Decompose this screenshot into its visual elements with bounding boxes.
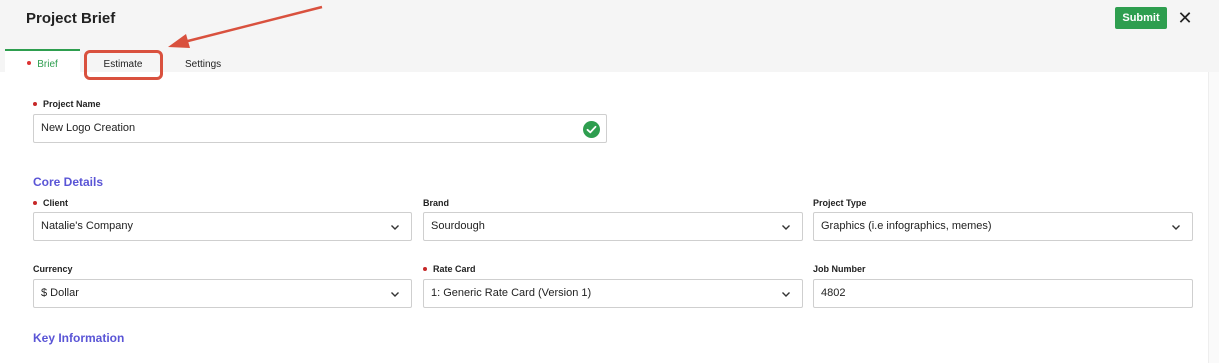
- chevron-down-icon: [1172, 225, 1180, 230]
- core-details-heading: Core Details: [33, 175, 104, 189]
- close-icon[interactable]: ✕: [1177, 9, 1193, 27]
- submit-button[interactable]: Submit: [1115, 7, 1167, 29]
- required-indicator-icon: [423, 266, 427, 271]
- chevron-down-icon: [782, 225, 790, 230]
- currency-label: Currency: [33, 264, 73, 274]
- client-label: Client: [33, 198, 68, 208]
- annotation-arrow-icon: [168, 5, 323, 48]
- rate-card-select[interactable]: 1: Generic Rate Card (Version 1): [423, 279, 803, 308]
- tab-settings-label: Settings: [185, 59, 222, 70]
- scrollbar[interactable]: [1208, 72, 1219, 363]
- job-number-input[interactable]: 4802: [813, 279, 1193, 308]
- rate-card-label: Rate Card: [423, 264, 476, 274]
- job-number-label: Job Number: [813, 264, 866, 274]
- chevron-down-icon: [391, 292, 399, 297]
- valid-check-icon: [583, 121, 600, 138]
- project-name-input[interactable]: New Logo Creation: [33, 114, 607, 143]
- brand-select[interactable]: Sourdough: [423, 212, 803, 241]
- required-indicator-icon: [27, 61, 32, 66]
- currency-select[interactable]: $ Dollar: [33, 279, 412, 308]
- project-type-select[interactable]: Graphics (i.e infographics, memes): [813, 212, 1193, 241]
- chevron-down-icon: [782, 292, 790, 297]
- brand-label: Brand: [423, 198, 450, 208]
- required-indicator-icon: [33, 101, 37, 106]
- chevron-down-icon: [391, 225, 399, 230]
- project-type-label: Project Type: [813, 198, 867, 208]
- key-information-heading: Key Information: [33, 331, 125, 345]
- required-indicator-icon: [33, 200, 37, 205]
- project-name-label: Project Name: [33, 99, 101, 109]
- tab-brief-label: Brief: [37, 59, 58, 70]
- client-select[interactable]: Natalie's Company: [33, 212, 412, 241]
